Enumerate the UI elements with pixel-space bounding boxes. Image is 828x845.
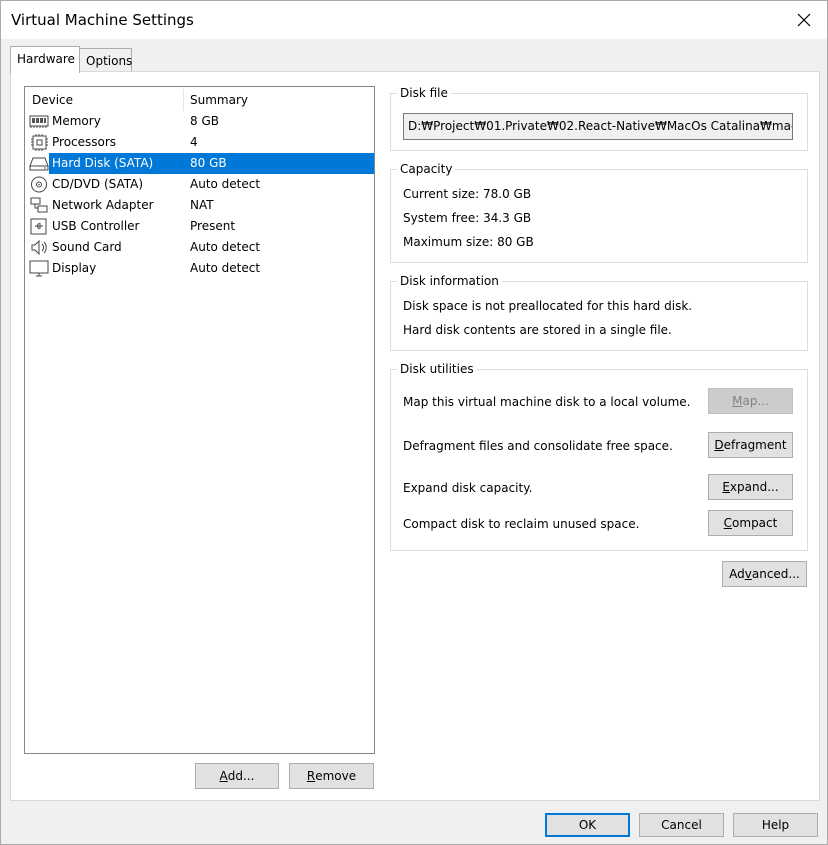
disk-file-path-field[interactable]: D:₩Project₩01.Private₩02.React-Native₩Ma… <box>403 113 793 140</box>
expand-description: Expand disk capacity. <box>403 481 533 495</box>
current-size-text: Current size: 78.0 GB <box>403 187 532 201</box>
device-row-memory[interactable]: Memory 8 GB <box>25 111 374 132</box>
column-separator[interactable] <box>183 89 184 111</box>
device-name: Memory <box>52 114 101 128</box>
device-row-processors[interactable]: Processors 4 <box>25 132 374 153</box>
cd-dvd-icon <box>29 176 49 193</box>
device-name: Sound Card <box>52 240 122 254</box>
preallocation-text: Disk space is not preallocated for this … <box>403 299 693 313</box>
help-button[interactable]: Help <box>733 813 818 837</box>
single-file-text: Hard disk contents are stored in a singl… <box>403 323 672 337</box>
device-summary: Auto detect <box>190 261 261 275</box>
system-free-text: System free: 34.3 GB <box>403 211 532 225</box>
device-summary: 8 GB <box>190 114 219 128</box>
device-row-hard-disk[interactable]: Hard Disk (SATA) 80 GB <box>25 153 374 174</box>
device-summary: 80 GB <box>190 156 227 170</box>
title-bar: Virtual Machine Settings <box>1 1 827 39</box>
remove-button[interactable]: Remove <box>289 763 374 789</box>
settings-window: Virtual Machine Settings Hardware Option… <box>0 0 828 845</box>
hardware-panel: Device Summary Memory 8 GB Processors 4 … <box>10 71 820 801</box>
capacity-group: Capacity Current size: 78.0 GB System fr… <box>390 162 808 263</box>
close-button[interactable] <box>781 1 827 39</box>
processor-icon <box>29 134 49 151</box>
device-rows: Memory 8 GB Processors 4 Hard Disk (SATA… <box>25 111 374 279</box>
device-summary: Auto detect <box>190 240 261 254</box>
device-name: CD/DVD (SATA) <box>52 177 144 191</box>
tab-options[interactable]: Options <box>79 48 132 72</box>
device-name: Network Adapter <box>52 198 154 212</box>
network-adapter-icon <box>29 197 49 214</box>
hard-disk-icon <box>29 155 49 172</box>
capacity-title: Capacity <box>397 162 456 177</box>
speaker-icon <box>29 239 49 256</box>
device-row-display[interactable]: Display Auto detect <box>25 258 374 279</box>
tab-hardware[interactable]: Hardware <box>10 46 80 73</box>
map-button[interactable]: Map... <box>708 388 793 414</box>
cancel-button[interactable]: Cancel <box>639 813 724 837</box>
column-header-device[interactable]: Device <box>32 93 73 107</box>
device-summary: Auto detect <box>190 177 261 191</box>
device-row-cd-dvd[interactable]: CD/DVD (SATA) Auto detect <box>25 174 374 195</box>
monitor-icon <box>29 260 49 277</box>
disk-information-title: Disk information <box>397 274 502 289</box>
ok-button[interactable]: OK <box>545 813 630 837</box>
memory-icon <box>29 113 49 130</box>
disk-utilities-title: Disk utilities <box>397 362 477 377</box>
defragment-button[interactable]: Defragment <box>708 432 793 458</box>
device-name: Display <box>52 261 97 275</box>
device-row-network-adapter[interactable]: Network Adapter NAT <box>25 195 374 216</box>
device-name: USB Controller <box>52 219 140 233</box>
map-description: Map this virtual machine disk to a local… <box>403 395 691 409</box>
device-row-usb-controller[interactable]: USB Controller Present <box>25 216 374 237</box>
disk-information-group: Disk information Disk space is not preal… <box>390 274 808 351</box>
close-icon <box>797 13 811 27</box>
disk-file-group: Disk file D:₩Project₩01.Private₩02.React… <box>390 86 808 151</box>
add-button[interactable]: Add... <box>195 763 279 789</box>
device-list[interactable]: Device Summary Memory 8 GB Processors 4 … <box>24 86 375 754</box>
disk-file-title: Disk file <box>397 86 451 101</box>
compact-button[interactable]: Compact <box>708 510 793 536</box>
device-name: Processors <box>52 135 117 149</box>
device-summary: Present <box>190 219 236 233</box>
expand-button[interactable]: Expand... <box>708 474 793 500</box>
window-title: Virtual Machine Settings <box>11 11 194 29</box>
usb-icon <box>29 218 49 235</box>
device-summary: NAT <box>190 198 214 212</box>
defragment-description: Defragment files and consolidate free sp… <box>403 439 673 453</box>
maximum-size-text: Maximum size: 80 GB <box>403 235 534 249</box>
advanced-button[interactable]: Ad v anced... <box>722 561 807 587</box>
disk-utilities-group: Disk utilities Map this virtual machine … <box>390 362 808 551</box>
compact-description: Compact disk to reclaim unused space. <box>403 517 640 531</box>
list-header: Device Summary <box>25 87 374 111</box>
device-name: Hard Disk (SATA) <box>52 156 154 170</box>
column-header-summary[interactable]: Summary <box>190 93 248 107</box>
device-row-sound-card[interactable]: Sound Card Auto detect <box>25 237 374 258</box>
device-summary: 4 <box>190 135 198 149</box>
